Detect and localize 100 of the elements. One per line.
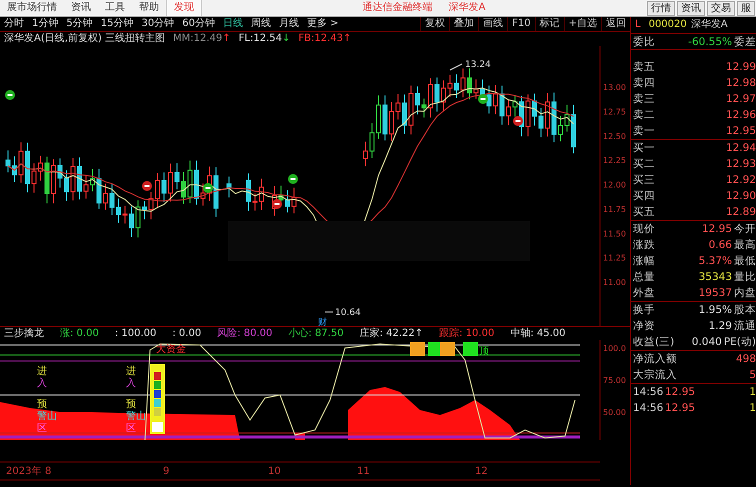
candlestick xyxy=(422,98,426,118)
signal-blocks-drawing xyxy=(410,342,478,356)
quote-value: 12.98 xyxy=(724,76,756,91)
big-money-label: 大资金 xyxy=(156,344,186,355)
axis-label: 12.50 xyxy=(603,132,626,141)
indicator-value: 中轴: 45.00 xyxy=(510,327,566,340)
indicator-name: 三步擒龙 xyxy=(4,327,44,340)
candlestick xyxy=(32,162,36,194)
indicator-value: FB:12.43 xyxy=(298,32,343,46)
toolbar-button[interactable]: F10 xyxy=(507,17,535,31)
candlestick xyxy=(38,155,43,182)
candlestick xyxy=(77,156,82,200)
period-tab[interactable]: 更多 > xyxy=(302,17,343,31)
chart-title: 深华发A(日线,前复权) 三线扭转主图 xyxy=(4,32,166,46)
candlestick xyxy=(564,104,570,132)
axis-label: 100.0 xyxy=(603,344,626,353)
indicator-value: FL:12.54 xyxy=(238,32,282,46)
toolbar-button[interactable]: 画线 xyxy=(478,17,508,31)
quote-value: 12.96 xyxy=(724,108,756,123)
candlestick xyxy=(181,171,186,204)
axis-label: 11.00 xyxy=(603,278,626,287)
signal-label: 预 xyxy=(37,399,47,410)
menu-button[interactable]: 资讯 xyxy=(677,0,705,16)
axis-label: 11.50 xyxy=(603,229,626,238)
quote-value: 35343 xyxy=(698,270,732,285)
toolbar-button[interactable]: 返回 xyxy=(601,17,630,31)
period-tab[interactable]: 30分钟 xyxy=(137,17,178,31)
candlestick xyxy=(110,184,114,216)
period-tab[interactable]: 5分钟 xyxy=(62,17,97,31)
candlestick xyxy=(226,176,232,198)
candlestick xyxy=(467,68,472,100)
time-axis-label: 2023年 xyxy=(6,466,42,477)
menu-item[interactable]: 发现 xyxy=(166,0,202,16)
quote-label: 今开 xyxy=(733,222,756,237)
quote-label: 收益(三) xyxy=(632,335,674,350)
candlestick xyxy=(246,172,251,212)
signal-icon xyxy=(288,174,298,184)
quote-label: 现价 xyxy=(632,222,656,237)
quote-label: 净流入额 xyxy=(632,352,677,367)
candlestick xyxy=(122,205,128,224)
menu-item[interactable]: 工具 xyxy=(98,0,132,16)
toolbar-button[interactable]: 复权 xyxy=(420,17,450,31)
menu-button[interactable]: 服 xyxy=(737,0,755,16)
quote-label: PE(动) xyxy=(722,335,756,350)
menu-item[interactable]: 资讯 xyxy=(64,0,98,16)
candlestick xyxy=(558,115,563,142)
candlestick xyxy=(571,104,576,154)
trend-arrow: ↑ xyxy=(343,32,352,46)
candlestick xyxy=(389,102,394,142)
stock-name: 深华发A xyxy=(690,18,728,32)
candlestick xyxy=(252,193,258,212)
high-price-label: 13.24 xyxy=(465,60,491,70)
leader-line xyxy=(450,64,462,70)
market-marker: L xyxy=(634,18,642,32)
indicator-value: : 100.00 xyxy=(114,327,156,340)
candlestick xyxy=(168,163,173,202)
candlestick xyxy=(486,85,492,114)
signal-label: 警山 xyxy=(37,411,57,422)
quote-value: -60.55% xyxy=(687,35,732,49)
period-tab[interactable]: 日线 xyxy=(218,17,247,31)
signal-icon xyxy=(513,116,523,126)
axis-label: 13.00 xyxy=(603,83,626,92)
quote-value: 0.040 xyxy=(690,335,722,350)
period-tab[interactable]: 60分钟 xyxy=(178,17,219,31)
period-tab[interactable]: 1分钟 xyxy=(28,17,62,31)
quote-label: 总量 xyxy=(632,270,656,285)
quote-label: 卖五 xyxy=(632,60,656,75)
candlestick xyxy=(396,93,400,120)
indicator-value: 小心: 87.50 xyxy=(288,327,344,340)
quote-value: 0.66 xyxy=(708,238,732,253)
axis-label: 75.00 xyxy=(603,376,626,385)
candlestick xyxy=(538,108,544,138)
candlestick xyxy=(96,168,102,210)
toolbar-button[interactable]: 叠加 xyxy=(449,17,478,31)
quote-label: 买一 xyxy=(632,141,656,156)
menu-item[interactable]: 展市场行情 xyxy=(0,0,64,16)
menu-button[interactable]: 交易 xyxy=(707,0,735,16)
signal-label: 入 xyxy=(37,378,47,389)
quote-label: 买二 xyxy=(632,157,656,172)
indicator-value: 风险: 80.00 xyxy=(217,327,272,340)
period-tab[interactable]: 月线 xyxy=(274,17,303,31)
quote-value: 19537 xyxy=(698,286,732,301)
menu-item[interactable]: 帮助 xyxy=(132,0,166,16)
signal-icon xyxy=(478,94,488,104)
candlestick xyxy=(259,178,264,211)
candlestick xyxy=(474,78,478,100)
quote-label: 量比 xyxy=(733,270,756,285)
menu-button[interactable]: 行情 xyxy=(647,0,675,16)
time-axis-label: 9 xyxy=(163,466,170,477)
candlestick xyxy=(58,158,62,188)
toolbar-button[interactable]: 标记 xyxy=(534,17,564,31)
period-tab[interactable]: 15分钟 xyxy=(96,17,138,31)
quote-value: 12.93 xyxy=(724,157,756,172)
quote-label: 换手 xyxy=(632,303,656,318)
candlestick xyxy=(64,170,69,202)
toolbar-button[interactable]: +自选 xyxy=(564,17,601,31)
quote-value: 12.92 xyxy=(724,173,756,188)
stock-title: 深华发A xyxy=(448,1,486,15)
period-tab[interactable]: 周线 xyxy=(246,17,275,31)
period-tab[interactable]: 分时 xyxy=(0,17,28,31)
